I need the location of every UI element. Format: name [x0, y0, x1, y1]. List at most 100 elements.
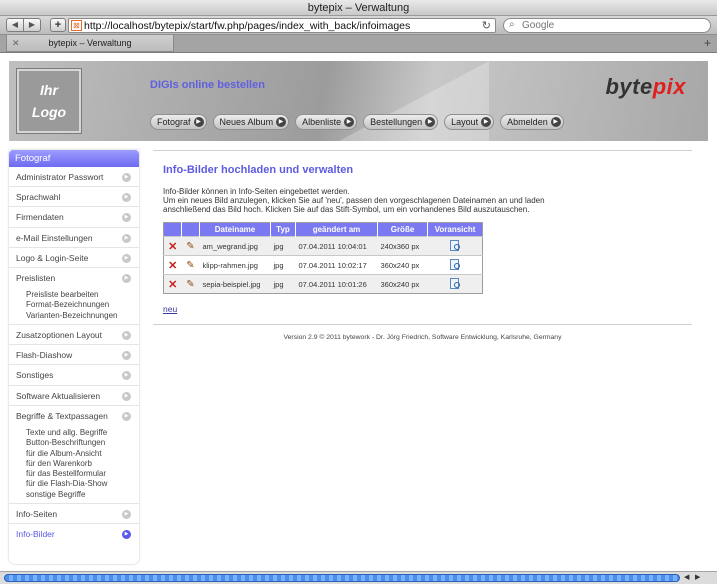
sidebar-subitem-button-beschriftungen[interactable]: Button-Beschriftungen: [26, 438, 139, 448]
search-input[interactable]: [522, 20, 702, 31]
preview-cell[interactable]: [427, 274, 483, 294]
sidebar-item-firmendaten[interactable]: Firmendaten ▶: [9, 207, 139, 228]
header-groesse: Größe: [377, 222, 428, 237]
new-image-link[interactable]: neu: [163, 304, 177, 314]
nav-layout[interactable]: Layout ▶: [444, 114, 495, 130]
cell-changed: 07.04.2011 10:01:26: [295, 274, 378, 294]
sidebar-item-sonstiges[interactable]: Sonstiges ▶: [9, 365, 139, 386]
nav-albenliste[interactable]: Albenliste ▶: [295, 114, 358, 130]
main-navigation: Fotograf ▶ Neues Album ▶ Albenliste ▶ Beste…: [150, 114, 564, 130]
nav-fotograf[interactable]: Fotograf ▶: [150, 114, 207, 130]
sidebar-item-zusatzoptionen-layout[interactable]: Zusatzoptionen Layout ▶: [9, 325, 139, 346]
logo-line-2: Logo: [31, 104, 67, 120]
table-row: ✕ ✎ klipp-rahmen.jpg jpg 07.04.2011 10:0…: [163, 255, 483, 275]
bytepix-logo: bytepix: [605, 74, 686, 99]
cross-icon[interactable]: ✕: [163, 255, 182, 275]
sidebar-subitem-warenkorb[interactable]: für den Warenkorb: [26, 459, 139, 469]
back-button[interactable]: ◀: [6, 18, 24, 32]
search-bar[interactable]: ⌕: [503, 18, 711, 33]
sidebar-item-email-einstellungen[interactable]: e-Mail Einstellungen ▶: [9, 228, 139, 248]
arrow-right-icon: ▶: [550, 117, 561, 127]
page-title: Info-Bilder hochladen und verwalten: [163, 164, 354, 176]
page-content: Ihr Logo DIGIs online bestellen bytepix …: [0, 53, 717, 571]
sidebar-item-software-aktualisieren[interactable]: Software Aktualisieren ▶: [9, 386, 139, 406]
arrow-right-icon: ▶: [276, 117, 287, 127]
header-typ: Typ: [270, 222, 296, 237]
intro-line-2: Um ein neues Bild anzulegen, klicken Sie…: [163, 196, 545, 214]
magnifier-document-icon[interactable]: [450, 258, 461, 270]
cross-icon[interactable]: ✕: [163, 236, 182, 256]
browser-toolbar: ◀ ▶ + ⊠ http://localhost/bytepix/start/f…: [0, 16, 717, 35]
divider: [153, 150, 692, 151]
pencil-icon[interactable]: ✎: [181, 236, 200, 256]
cell-size: 240x360 px: [377, 236, 428, 256]
main-content: Info-Bilder hochladen und verwalten Info…: [153, 150, 692, 341]
footer-text: Version 2.9 © 2011 bytework - Dr. Jörg F…: [283, 334, 562, 341]
horizontal-scrollbar[interactable]: [4, 574, 680, 582]
sidebar-item-preislisten[interactable]: Preislisten ▶: [9, 268, 139, 288]
sidebar-subitem-album-ansicht[interactable]: für die Album-Ansicht: [26, 449, 139, 459]
preview-cell[interactable]: [427, 255, 483, 275]
sidebar-subitem-flash-dia-show[interactable]: für die Flash-Dia-Show: [26, 479, 139, 489]
cell-changed: 07.04.2011 10:02:17: [295, 255, 378, 275]
sidebar-item-info-bilder[interactable]: Info-Bilder ▶: [9, 524, 139, 544]
divider: [153, 324, 692, 325]
arrow-right-icon: ▶: [193, 117, 204, 127]
pencil-icon[interactable]: ✎: [181, 255, 200, 275]
nav-bestellungen[interactable]: Bestellungen ▶: [363, 114, 439, 130]
site-header: Ihr Logo DIGIs online bestellen bytepix …: [9, 61, 708, 141]
sidebar-item-info-seiten[interactable]: Info-Seiten ▶: [9, 504, 139, 525]
pencil-icon[interactable]: ✎: [181, 274, 200, 294]
arrow-right-icon: ▶: [122, 253, 131, 263]
address-bar[interactable]: ⊠ http://localhost/bytepix/start/fw.php/…: [68, 18, 496, 33]
cell-type: jpg: [270, 236, 296, 256]
scroll-left-icon[interactable]: ◀: [684, 573, 689, 581]
table-row: ✕ ✎ am_wegrand.jpg jpg 07.04.2011 10:04:…: [163, 236, 483, 256]
cell-type: jpg: [270, 255, 296, 275]
sidebar-subitem-varianten-bezeichnungen[interactable]: Varianten-Bezeichnungen: [26, 311, 139, 321]
sidebar-subitem-sonstige-begriffe[interactable]: sonstige Begriffe: [26, 490, 139, 500]
arrow-right-icon: ▶: [122, 530, 131, 540]
nav-abmelden[interactable]: Abmelden ▶: [500, 114, 564, 130]
scroll-right-icon[interactable]: ▶: [695, 573, 700, 581]
cross-icon[interactable]: ✕: [163, 274, 182, 294]
arrow-right-icon: ▶: [122, 351, 131, 361]
plus-icon: +: [54, 19, 62, 31]
sidebar-heading: Fotograf: [9, 150, 139, 167]
header-title: DIGIs online bestellen: [150, 79, 265, 91]
sidebar-subitem-texte-begriffe[interactable]: Texte und allg. Begriffe: [26, 428, 139, 438]
header-delete-col: [163, 222, 182, 237]
sidebar-item-begriffe-textpassagen[interactable]: Begriffe & Textpassagen ▶: [9, 406, 139, 426]
reload-icon[interactable]: ↻: [482, 19, 491, 32]
sidebar-subitem-format-bezeichnungen[interactable]: Format-Bezeichnungen: [26, 300, 139, 310]
info-images-table: Dateiname Typ geändert am Größe Voransic…: [163, 222, 483, 294]
sidebar-subitem-bestellformular[interactable]: für das Bestellformular: [26, 469, 139, 479]
sidebar-item-flash-diashow[interactable]: Flash-Diashow ▶: [9, 345, 139, 366]
arrow-right-icon: ▶: [122, 273, 131, 283]
arrow-right-icon: ▶: [481, 117, 492, 127]
magnifier-document-icon[interactable]: [450, 277, 461, 289]
tab-active[interactable]: ✕ bytepix – Verwaltung: [6, 35, 174, 52]
preview-cell[interactable]: [427, 236, 483, 256]
arrow-right-icon: ▶: [122, 510, 131, 520]
arrow-right-icon: ▶: [122, 233, 131, 243]
search-icon: ⌕: [509, 19, 515, 30]
logo-line-1: Ihr: [40, 82, 58, 98]
window-titlebar: bytepix – Verwaltung: [0, 0, 717, 16]
sidebar-submenu-begriffe: Texte und allg. Begriffe Button-Beschrif…: [9, 426, 139, 505]
url-text[interactable]: http://localhost/bytepix/start/fw.php/pa…: [84, 20, 410, 32]
nav-neues-album[interactable]: Neues Album ▶: [212, 114, 290, 130]
sidebar-item-sprachwahl[interactable]: Sprachwahl ▶: [9, 187, 139, 208]
sidebar-item-administrator-passwort[interactable]: Administrator Passwort ▶: [9, 167, 139, 188]
header-voransicht: Voransicht: [427, 222, 483, 237]
cell-filename: sepia-beispiel.jpg: [199, 274, 271, 294]
sidebar-item-logo-login[interactable]: Logo & Login-Seite ▶: [9, 248, 139, 268]
status-bar: ◀ ▶: [0, 571, 717, 584]
magnifier-document-icon[interactable]: [450, 239, 461, 251]
new-tab-button[interactable]: +: [704, 35, 711, 52]
forward-button[interactable]: ▶: [23, 18, 41, 32]
add-bookmark-button[interactable]: +: [50, 18, 66, 32]
cell-filename: am_wegrand.jpg: [199, 236, 271, 256]
tab-close-icon[interactable]: ✕: [12, 35, 20, 51]
sidebar-subitem-preisliste-bearbeiten[interactable]: Preisliste bearbeiten: [26, 290, 139, 300]
